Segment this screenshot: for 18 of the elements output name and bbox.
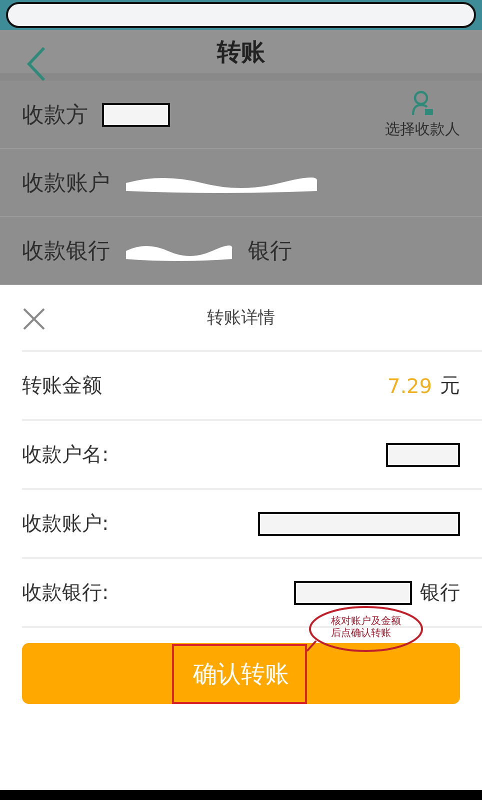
sheet-title: 转账详情	[207, 307, 275, 329]
page-title: 转账	[217, 36, 265, 68]
annotation-note: 核对账户及金额后点确认转账	[331, 616, 402, 640]
person-list-icon	[412, 90, 434, 116]
bank-suffix: 银行	[420, 579, 460, 606]
currency-unit: 元	[440, 372, 460, 399]
field-label: 收款银行	[22, 238, 110, 266]
field-label: 收款账户	[22, 170, 110, 198]
choose-payee-button[interactable]: 选择收款人	[385, 90, 460, 139]
detail-label: 收款银行:	[22, 579, 109, 606]
bank-suffix: 银行	[248, 238, 292, 266]
detail-label: 收款户名:	[22, 441, 109, 468]
amount-value: 7.29	[387, 374, 432, 398]
detail-label: 收款账户:	[22, 510, 109, 537]
field-label: 收款方	[22, 102, 88, 130]
close-button[interactable]	[22, 307, 46, 331]
redaction-mark	[102, 102, 170, 126]
detail-label: 转账金额	[22, 372, 102, 399]
